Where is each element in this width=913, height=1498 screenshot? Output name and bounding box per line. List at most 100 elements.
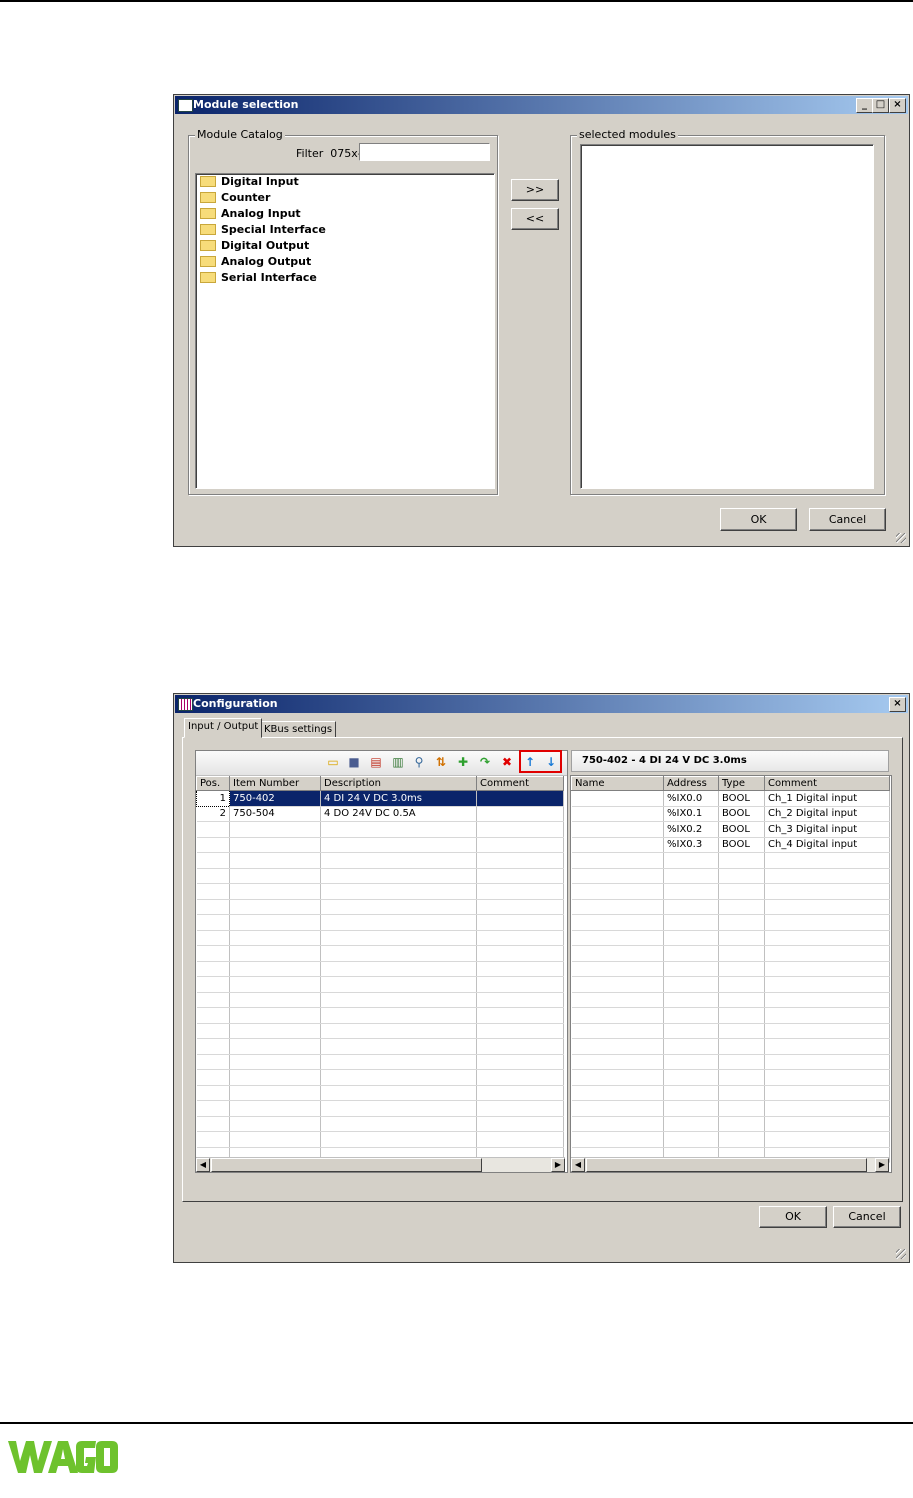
table-row[interactable]: 2 750-504 4 DO 24V DC 0.5A [196,806,564,822]
empty-row[interactable] [571,1007,890,1024]
scroll-left-icon[interactable]: ◀ [196,1158,210,1172]
empty-row[interactable] [196,899,564,915]
empty-row[interactable] [571,1069,890,1086]
ok-button[interactable]: OK [759,1206,827,1228]
replace-icon[interactable]: ↷ [478,755,492,769]
col-type[interactable]: Type [718,776,765,791]
move-down-icon[interactable]: ↓ [544,755,558,769]
empty-row[interactable] [196,1007,564,1024]
add-icon[interactable]: ✚ [456,755,470,769]
resize-grip-icon[interactable] [896,533,906,543]
col-item-number[interactable]: Item Number [229,776,321,791]
empty-row[interactable] [196,1069,564,1086]
empty-row[interactable] [571,1100,890,1117]
col-description[interactable]: Description [320,776,477,791]
empty-row[interactable] [571,1038,890,1055]
empty-row[interactable] [196,821,564,838]
table-row[interactable]: %IX0.2 BOOL Ch_3 Digital input [571,821,890,838]
filter-input[interactable] [359,143,490,161]
title-bar[interactable]: Configuration × [175,695,908,713]
cancel-button[interactable]: Cancel [833,1206,901,1228]
tree-item-digital-input[interactable]: Digital Input [200,174,299,190]
import-icon[interactable]: ▥ [391,755,405,769]
empty-row[interactable] [196,1054,564,1070]
empty-row[interactable] [571,1085,890,1101]
ok-button[interactable]: OK [720,508,797,531]
empty-row[interactable] [196,852,564,869]
module-tree[interactable]: Digital Input Counter Analog Input Speci… [195,173,495,489]
empty-row[interactable] [196,837,564,853]
open-folder-icon[interactable]: ▭ [326,755,340,769]
sort-icon[interactable]: ⇅ [434,755,448,769]
add-module-button[interactable]: >> [511,179,559,201]
export-icon[interactable]: ▤ [369,755,383,769]
empty-row[interactable] [196,914,564,931]
empty-row[interactable] [571,883,890,900]
empty-row[interactable] [196,976,564,993]
channel-table[interactable]: Name Address Type Comment %IX0.0 BOOL Ch_1… [571,776,890,1163]
close-icon[interactable]: × [889,697,906,712]
table-row[interactable]: %IX0.3 BOOL Ch_4 Digital input [571,837,890,853]
horizontal-scrollbar[interactable]: ◀ ▶ [196,1157,565,1172]
tree-item-analog-output[interactable]: Analog Output [200,254,311,270]
empty-row[interactable] [196,1085,564,1101]
delete-icon[interactable]: ✖ [500,755,514,769]
col-address[interactable]: Address [663,776,719,791]
resize-grip-icon[interactable] [896,1249,906,1259]
scroll-right-icon[interactable]: ▶ [875,1158,889,1172]
empty-row[interactable] [571,1116,890,1132]
scroll-thumb[interactable] [211,1158,482,1172]
table-row[interactable]: %IX0.0 BOOL Ch_1 Digital input [571,790,890,807]
scroll-thumb[interactable] [586,1158,867,1172]
empty-row[interactable] [196,961,564,977]
empty-row[interactable] [571,930,890,946]
module-table[interactable]: Pos. Item Number Description Comment 1 7… [196,776,564,1163]
maximize-icon[interactable]: □ [872,98,889,113]
search-icon[interactable]: ⚲ [412,755,426,769]
minimize-icon[interactable]: _ [856,98,873,113]
scroll-left-icon[interactable]: ◀ [571,1158,585,1172]
col-comment[interactable]: Comment [476,776,564,791]
tab-input-output[interactable]: Input / Output [184,718,263,738]
empty-row[interactable] [196,1100,564,1117]
col-pos[interactable]: Pos. [196,776,230,791]
empty-row[interactable] [571,899,890,915]
move-up-icon[interactable]: ↑ [523,755,537,769]
empty-row[interactable] [196,868,564,884]
empty-row[interactable] [196,883,564,900]
tree-item-special-interface[interactable]: Special Interface [200,222,326,238]
empty-row[interactable] [196,1131,564,1148]
empty-row[interactable] [571,914,890,931]
col-name[interactable]: Name [571,776,664,791]
empty-row[interactable] [196,992,564,1008]
empty-row[interactable] [196,945,564,962]
tree-item-analog-input[interactable]: Analog Input [200,206,301,222]
empty-row[interactable] [571,1054,890,1070]
table-row[interactable]: %IX0.1 BOOL Ch_2 Digital input [571,806,890,822]
empty-row[interactable] [571,992,890,1008]
tree-item-counter[interactable]: Counter [200,190,270,206]
col-comment[interactable]: Comment [764,776,890,791]
scroll-right-icon[interactable]: ▶ [551,1158,565,1172]
empty-row[interactable] [571,852,890,869]
empty-row[interactable] [571,976,890,993]
close-icon[interactable]: × [889,98,906,113]
tree-item-serial-interface[interactable]: Serial Interface [200,270,317,286]
empty-row[interactable] [196,930,564,946]
empty-row[interactable] [571,1023,890,1039]
empty-row[interactable] [571,868,890,884]
selected-modules-list[interactable] [580,144,874,489]
horizontal-scrollbar[interactable]: ◀ ▶ [571,1157,889,1172]
table-row[interactable]: 1 750-402 4 DI 24 V DC 3.0ms [196,790,564,807]
tree-item-digital-output[interactable]: Digital Output [200,238,309,254]
cancel-button[interactable]: Cancel [809,508,886,531]
save-icon[interactable]: ■ [347,755,361,769]
title-bar[interactable]: Module selection _ □ × [175,96,908,114]
remove-module-button[interactable]: << [511,208,559,230]
empty-row[interactable] [571,945,890,962]
empty-row[interactable] [196,1023,564,1039]
tab-kbus-settings[interactable]: KBus settings [260,721,337,738]
empty-row[interactable] [196,1116,564,1132]
empty-row[interactable] [571,961,890,977]
empty-row[interactable] [571,1131,890,1148]
